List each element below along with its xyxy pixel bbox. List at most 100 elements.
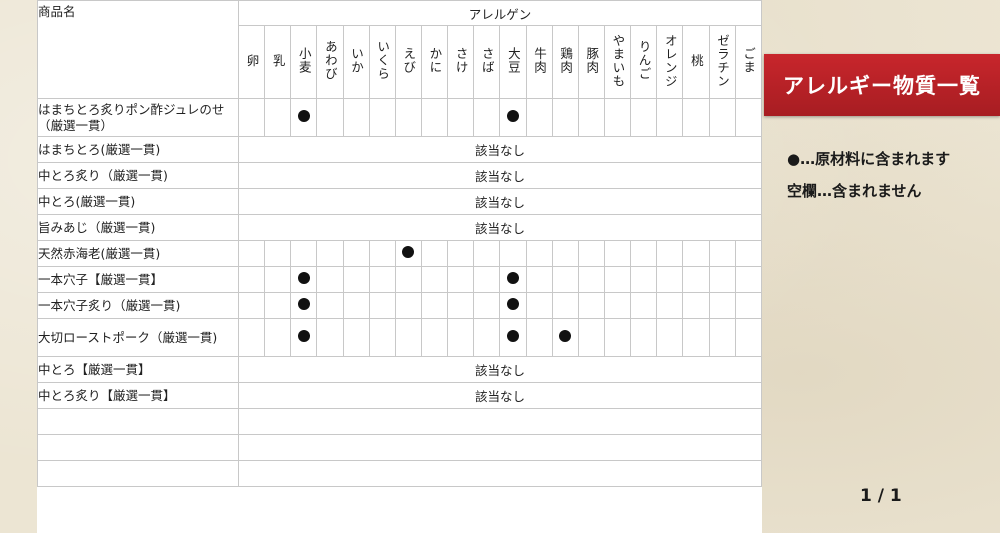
allergen-cell	[499, 292, 527, 319]
allergen-label: 乳	[270, 53, 286, 68]
allergen-cell	[394, 292, 422, 319]
allergen-cell	[447, 240, 475, 267]
allergen-cell	[447, 292, 475, 319]
table-row: 中とろ炙り（厳選一貫) 該当なし	[37, 162, 762, 189]
contains-dot-icon	[297, 272, 310, 284]
allergen-cell	[473, 266, 501, 293]
allergen-cell	[316, 266, 344, 293]
allergen-cell	[630, 318, 658, 357]
allergen-cell	[342, 98, 370, 137]
no-allergen-cell: 該当なし	[238, 214, 762, 241]
allergen-col-header: いか	[342, 25, 370, 99]
allergen-cell	[525, 266, 553, 293]
product-name: 中とろ炙り【厳選一貫】	[37, 382, 239, 409]
empty-row	[37, 460, 762, 487]
allergen-cell	[264, 318, 292, 357]
allergy-list-title: アレルギー物質一覧	[764, 54, 1000, 116]
allergen-label: かに	[427, 47, 443, 74]
allergen-cell	[499, 318, 527, 357]
allergen-cell	[237, 318, 266, 357]
allergen-cell	[656, 292, 684, 319]
product-name: 天然赤海老(厳選一貫)	[37, 240, 239, 267]
table-row: 中とろ炙り【厳選一貫】 該当なし	[37, 382, 762, 409]
allergen-cell	[264, 292, 292, 319]
contains-dot-icon	[297, 330, 310, 342]
allergen-cell	[656, 240, 684, 267]
allergen-label: いか	[349, 47, 364, 74]
allergen-label: 小麦	[296, 47, 312, 74]
allergen-label: 桃	[688, 53, 704, 68]
allergen-cell	[420, 266, 449, 293]
table-row: 大切ローストポーク（厳選一貫)	[37, 318, 762, 357]
contains-dot-icon	[559, 330, 572, 342]
allergen-col-header: かに	[420, 25, 449, 99]
allergen-cell	[551, 240, 579, 267]
product-name: はまちとろ炙りポン酢ジュレのせ（厳選一貫）	[37, 98, 239, 137]
allergen-cell	[630, 266, 658, 293]
legend-contains: ●…原材料に含まれます	[787, 150, 951, 168]
empty-row	[37, 434, 762, 461]
contains-dot-icon	[297, 298, 310, 310]
allergen-cell	[603, 292, 632, 319]
no-allergen-cell: 該当なし	[238, 136, 762, 163]
allergen-cell	[473, 318, 501, 357]
allergen-cell	[551, 318, 579, 357]
contains-dot-icon	[506, 272, 519, 284]
table-row: 中とろ(厳選一貫) 該当なし	[37, 188, 762, 215]
table-row: はまちとろ炙りポン酢ジュレのせ（厳選一貫）	[37, 98, 762, 137]
allergen-label: りんご	[636, 40, 652, 81]
allergen-label: 卵	[244, 53, 260, 68]
empty-product-cell	[37, 408, 239, 435]
no-allergen-cell: 該当なし	[238, 356, 762, 383]
allergen-col-header: ゼラチン	[708, 25, 736, 99]
allergen-cell	[368, 318, 396, 357]
allergen-col-header: 乳	[264, 25, 292, 99]
allergen-cell	[577, 292, 605, 319]
allergen-col-header: えび	[394, 25, 422, 99]
allergen-cell	[682, 240, 710, 267]
page-indicator: 1 / 1	[860, 486, 902, 506]
no-allergen-cell: 該当なし	[238, 162, 762, 189]
allergen-cell	[630, 98, 658, 137]
allergen-cell	[264, 266, 292, 293]
allergen-label: 大豆	[505, 47, 521, 74]
allergen-col-header: さけ	[447, 25, 475, 99]
product-name-header: 商品名	[37, 0, 239, 99]
allergen-cell	[368, 266, 396, 293]
allergen-label: あわび	[322, 40, 338, 81]
allergen-cell	[447, 266, 475, 293]
allergen-cell	[237, 292, 266, 319]
allergen-cell	[577, 266, 605, 293]
allergen-cell	[708, 292, 736, 319]
allergen-cell	[420, 98, 449, 137]
empty-allergen-cell	[238, 408, 762, 435]
allergen-cell	[630, 240, 658, 267]
allergen-cell	[473, 292, 501, 319]
allergen-cell	[316, 240, 344, 267]
allergen-col-header: 大豆	[499, 25, 527, 99]
product-name: 一本穴子炙り（厳選一貫)	[37, 292, 239, 319]
allergen-cell	[394, 240, 422, 267]
allergen-cell	[237, 240, 266, 267]
allergen-cell	[708, 98, 736, 137]
empty-allergen-cell	[238, 460, 762, 487]
allergen-cell	[682, 292, 710, 319]
allergen-cell	[368, 98, 396, 137]
allergen-cell	[656, 318, 684, 357]
allergen-cell	[603, 266, 632, 293]
allergen-cell	[264, 98, 292, 137]
allergen-cell	[525, 240, 553, 267]
allergen-label: 鶏肉	[558, 47, 574, 74]
allergen-cell	[551, 292, 579, 319]
allergen-cell	[394, 266, 422, 293]
product-name: 大切ローストポーク（厳選一貫)	[37, 318, 239, 357]
allergen-cell	[342, 240, 370, 267]
product-name: 中とろ炙り（厳選一貫)	[37, 162, 239, 189]
allergen-cell	[603, 98, 632, 137]
allergen-cell	[656, 98, 684, 137]
table-row: 旨みあじ（厳選一貫) 該当なし	[37, 214, 762, 241]
allergen-col-header: 鶏肉	[551, 25, 579, 99]
contains-dot-icon	[297, 110, 310, 122]
allergen-cell	[473, 240, 501, 267]
allergen-col-header: 桃	[682, 25, 710, 99]
